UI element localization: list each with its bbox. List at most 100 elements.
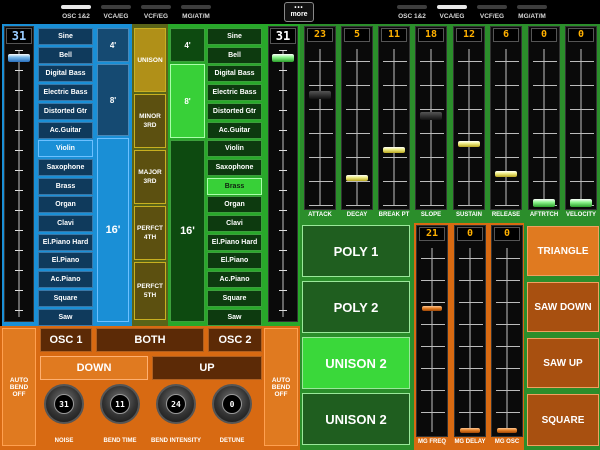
knob-bend-time[interactable]: 11 xyxy=(100,384,140,424)
auto-bend-right-button[interactable]: AUTO BEND OFF xyxy=(264,328,298,446)
interval-minor-3rd[interactable]: MINOR 3RD xyxy=(134,94,166,148)
env-slider-break-pt[interactable] xyxy=(378,26,410,210)
osc1-wave-clavi[interactable]: Clavi xyxy=(38,215,93,232)
env-slider-slope[interactable] xyxy=(415,26,447,210)
slider-tick xyxy=(495,181,519,182)
osc1-wave-violin[interactable]: Violin xyxy=(38,140,93,158)
mg-slider-mg-osc[interactable] xyxy=(491,225,523,437)
slider-thumb[interactable] xyxy=(495,170,517,177)
osc2-wave-violin[interactable]: Violin xyxy=(207,140,262,158)
slider-thumb[interactable] xyxy=(533,199,555,207)
slider-tick xyxy=(458,109,482,110)
osc1-wave-electric-bass[interactable]: Electric Bass xyxy=(38,84,93,102)
auto-bend-left-button[interactable]: AUTO BEND OFF xyxy=(2,328,36,446)
slider-thumb[interactable] xyxy=(497,428,517,433)
osc1-wave-square[interactable]: Square xyxy=(38,289,93,307)
osc2-wave-brass[interactable]: Brass xyxy=(207,177,262,195)
osc2-wave-saxophone[interactable]: Saxophone xyxy=(207,158,262,176)
osc1-wave-brass[interactable]: Brass xyxy=(38,177,93,195)
osc2-wave-square[interactable]: Square xyxy=(207,289,262,307)
osc2-wave-distorted-gtr[interactable]: Distorted Gtr xyxy=(207,102,262,120)
slider-thumb[interactable] xyxy=(272,54,294,62)
interval-perfect-4th[interactable]: PERFCT 4TH xyxy=(134,206,166,260)
osc2-wave-organ[interactable]: Organ xyxy=(207,196,262,214)
osc2-wave-digital-bass[interactable]: Digital Bass xyxy=(207,65,262,83)
interval-perfect-5th[interactable]: PERFCT 5TH xyxy=(134,262,166,320)
env-slider-release[interactable] xyxy=(490,26,522,210)
osc1-wave-saxophone[interactable]: Saxophone xyxy=(38,158,93,176)
env-slider-velocity[interactable] xyxy=(565,26,597,210)
mg-wave-square[interactable]: SQUARE xyxy=(527,394,599,446)
osc1-wave-sine[interactable]: Sine xyxy=(38,28,93,45)
slider-thumb[interactable] xyxy=(422,305,442,311)
env-slider-aftrtch[interactable] xyxy=(528,26,560,210)
slider-thumb[interactable] xyxy=(346,175,368,181)
tab-mgatm-left[interactable]: MG/AT/M xyxy=(178,2,214,22)
tab-vcfeg-left[interactable]: VCF/EG xyxy=(138,2,174,22)
voice-mode-unison2-b[interactable]: UNISON 2 xyxy=(302,393,410,445)
slider-thumb[interactable] xyxy=(383,146,405,153)
env-slider-attack[interactable] xyxy=(304,26,336,210)
voice-mode-poly2[interactable]: POLY 2 xyxy=(302,281,410,333)
env-slider-decay[interactable] xyxy=(341,26,373,210)
env-value-aftrtch: 0 xyxy=(531,28,557,42)
osc1-wave-ac-piano[interactable]: Ac.Piano xyxy=(38,271,93,289)
osc1-wave-organ[interactable]: Organ xyxy=(38,196,93,214)
osc2-wave-sine[interactable]: Sine xyxy=(207,28,262,45)
tab-vcfeg-right[interactable]: VCF/EG xyxy=(474,2,510,22)
mg-wave-saw-down[interactable]: SAW DOWN xyxy=(527,282,599,332)
osc2-wave-bell[interactable]: Bell xyxy=(207,46,262,64)
more-button[interactable]: ••• more xyxy=(284,2,314,22)
tab-vcaeg-right[interactable]: VCA/EG xyxy=(434,2,470,22)
slider-thumb[interactable] xyxy=(570,199,592,207)
osc2-wave-clavi[interactable]: Clavi xyxy=(207,215,262,232)
voice-mode-unison2-a[interactable]: UNISON 2 xyxy=(302,337,410,389)
mg-slider-mg-delay[interactable] xyxy=(454,225,486,437)
osc2-octave-8[interactable]: 8' xyxy=(170,64,205,138)
knob-detune[interactable]: 0 xyxy=(212,384,252,424)
mg-wave-saw-up[interactable]: SAW UP xyxy=(527,338,599,388)
bend-target-osc1[interactable]: OSC 1 xyxy=(40,328,92,352)
tab-osc12-right[interactable]: OSC 1&2 xyxy=(394,2,430,22)
interval-unison[interactable]: UNISON xyxy=(134,28,166,92)
osc2-octave-16[interactable]: 16' xyxy=(170,140,205,322)
osc1-wave-bell[interactable]: Bell xyxy=(38,46,93,64)
interval-major-3rd[interactable]: MAJOR 3RD xyxy=(134,150,166,204)
knob-noise[interactable]: 31 xyxy=(44,384,84,424)
osc2-wave-electric-bass[interactable]: Electric Bass xyxy=(207,84,262,102)
osc1-wave-distorted-gtr[interactable]: Distorted Gtr xyxy=(38,102,93,120)
osc2-wave-ac-piano[interactable]: Ac.Piano xyxy=(207,271,262,289)
slider-thumb[interactable] xyxy=(460,428,480,433)
osc1-wave-digital-bass[interactable]: Digital Bass xyxy=(38,65,93,83)
osc1-octave-8[interactable]: 8' xyxy=(97,64,129,136)
slider-thumb[interactable] xyxy=(8,54,30,62)
mg-wave-triangle[interactable]: TRIANGLE xyxy=(527,226,599,276)
osc1-tick xyxy=(15,310,23,311)
osc1-wave-el-piano-hard[interactable]: El.Piano Hard xyxy=(38,233,93,251)
bend-target-osc2[interactable]: OSC 2 xyxy=(208,328,262,352)
tab-osc12-left[interactable]: OSC 1&2 xyxy=(58,2,94,22)
osc2-wave-saw[interactable]: Saw xyxy=(207,308,262,326)
osc2-octave-4[interactable]: 4' xyxy=(170,28,205,62)
slider-thumb[interactable] xyxy=(309,91,331,99)
slider-thumb[interactable] xyxy=(458,140,480,147)
tab-vcaeg-left[interactable]: VCA/EG xyxy=(98,2,134,22)
osc1-wave-el-piano[interactable]: El.Piano xyxy=(38,252,93,270)
bend-target-both[interactable]: BOTH xyxy=(96,328,204,352)
osc2-wave-el-piano[interactable]: El.Piano xyxy=(207,252,262,270)
mg-slider-mg-freq[interactable] xyxy=(416,225,448,437)
osc2-wave-el-piano-hard[interactable]: El.Piano Hard xyxy=(207,233,262,251)
osc2-wave-ac-guitar[interactable]: Ac.Guitar xyxy=(207,121,262,139)
bend-direction-down[interactable]: DOWN xyxy=(40,356,148,380)
voice-mode-poly1[interactable]: POLY 1 xyxy=(302,225,410,277)
env-slider-sustain[interactable] xyxy=(453,26,485,210)
slider-thumb[interactable] xyxy=(420,112,442,120)
osc1-octave-16[interactable]: 16' xyxy=(97,138,129,322)
bend-direction-up[interactable]: UP xyxy=(152,356,262,380)
knob-bend-intensity[interactable]: 24 xyxy=(156,384,196,424)
osc1-octave-4[interactable]: 4' xyxy=(97,28,129,62)
tab-mgatm-right[interactable]: MG/AT/M xyxy=(514,2,550,22)
osc1-wave-saw[interactable]: Saw xyxy=(38,308,93,326)
osc1-wave-ac-guitar[interactable]: Ac.Guitar xyxy=(38,121,93,139)
slider-tick xyxy=(421,390,445,391)
